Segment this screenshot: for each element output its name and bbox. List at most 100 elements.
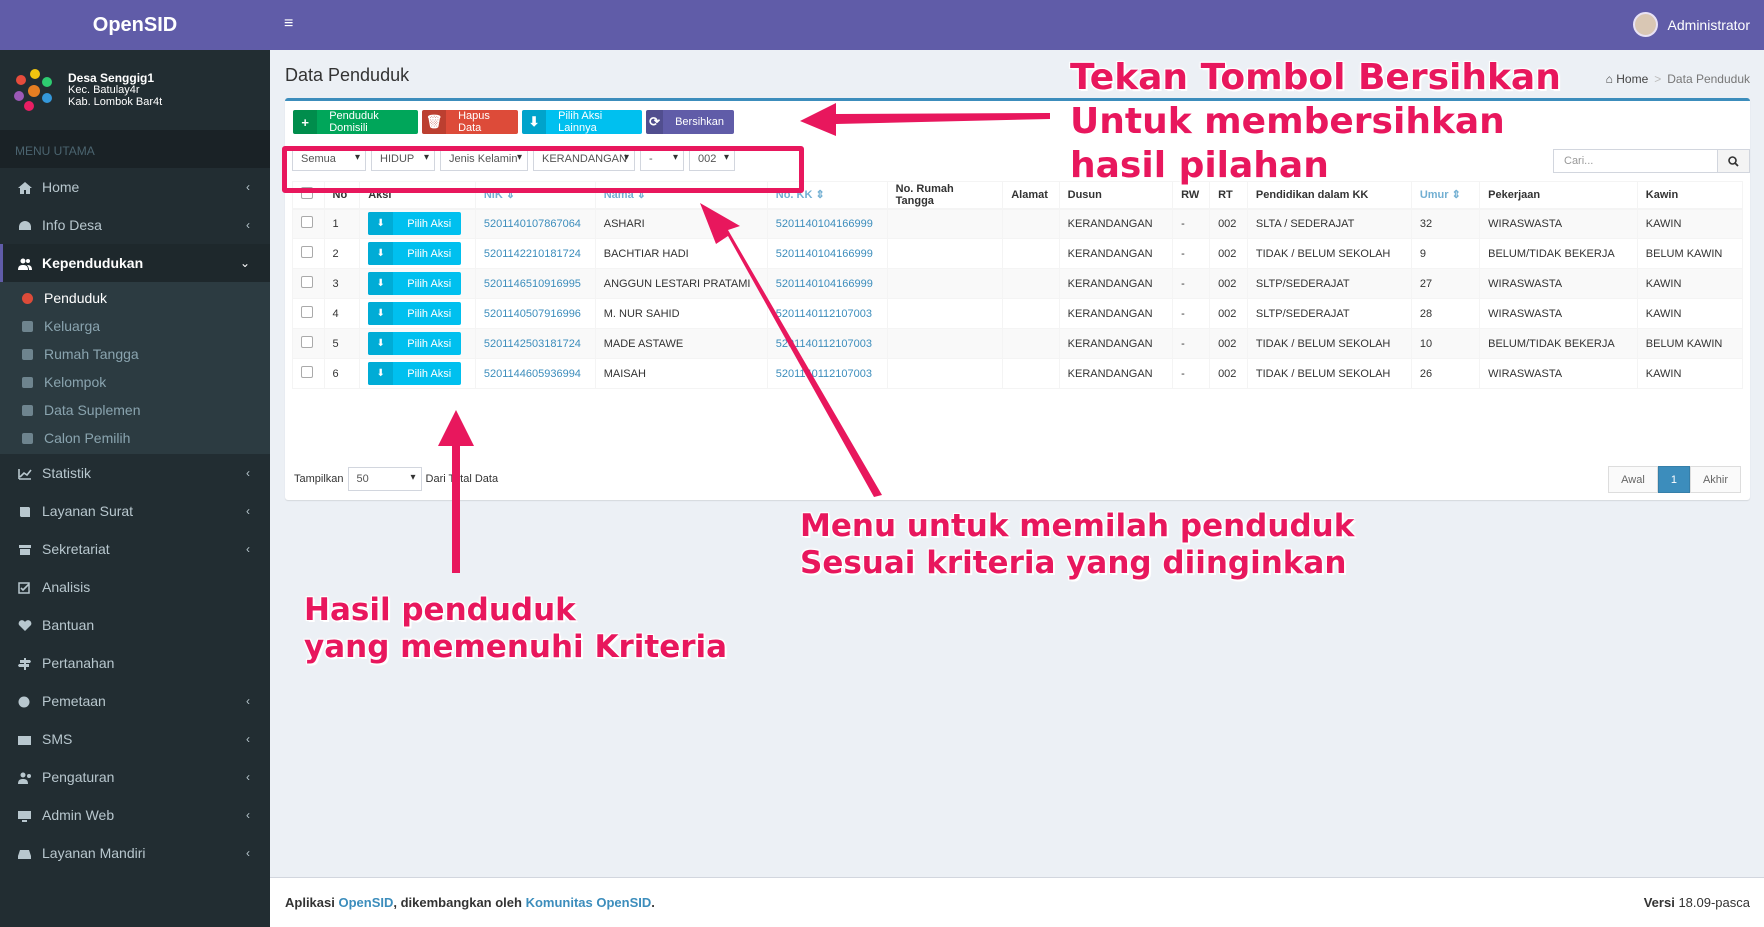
sidebar-item-analisis[interactable]: Analisis <box>0 568 270 606</box>
cell-rt: 002 <box>1209 328 1248 359</box>
page-first-button[interactable]: Awal <box>1608 466 1658 493</box>
sidebar-subitem-calon-pemilih[interactable]: Calon Pemilih <box>0 424 270 452</box>
sidebar-item-pertanahan[interactable]: Pertanahan <box>0 644 270 682</box>
cell-pekerjaan: WIRASWASTA <box>1479 268 1638 299</box>
komunitas-link[interactable]: Komunitas OpenSID <box>526 895 652 910</box>
row-checkbox[interactable] <box>301 216 313 229</box>
pilih-aksi-button[interactable]: ⬇ Pilih Aksi <box>368 362 462 385</box>
sidebar-item-layanan-mandiri[interactable]: Layanan Mandiri ‹ <box>0 834 270 872</box>
annotation-menu: Menu untuk memilah penduduk Sesuai krite… <box>800 508 1355 581</box>
breadcrumb-separator: > <box>1654 72 1662 86</box>
cell-nik[interactable]: 5201146510916995 <box>474 268 596 299</box>
pilih-aksi-button[interactable]: ⬇ Pilih Aksi <box>368 302 462 325</box>
sidebar-item-pemetaan[interactable]: Pemetaan ‹ <box>0 682 270 720</box>
cell-no-kk[interactable]: 5201140104166999 <box>766 268 888 299</box>
sidebar-subitem-penduduk[interactable]: Penduduk <box>0 284 270 312</box>
sidebar-subitem-keluarga[interactable]: Keluarga <box>0 312 270 340</box>
sidebar-item-admin-web[interactable]: Admin Web ‹ <box>0 796 270 834</box>
row-checkbox[interactable] <box>301 366 313 378</box>
pilih-aksi-button[interactable]: ⬇ Pilih Aksi <box>368 242 462 265</box>
row-checkbox[interactable] <box>301 276 313 288</box>
cell-nik[interactable]: 5201142210181724 <box>474 238 596 269</box>
cell-no-kk[interactable]: 5201140104166999 <box>766 208 888 239</box>
sidebar-item-label: Analisis <box>42 579 91 595</box>
cell-nik[interactable]: 5201140107867064 <box>474 208 596 239</box>
cell-nik[interactable]: 5201140507916996 <box>474 298 596 329</box>
sidebar-subitem-data-suplemen[interactable]: Data Suplemen <box>0 396 270 424</box>
cell-rt: 002 <box>1209 238 1248 269</box>
hapus-data-button[interactable]: 🗑 Hapus Data <box>422 110 518 134</box>
sidebar-item-home[interactable]: Home ‹ <box>0 168 270 206</box>
pilih-aksi-button[interactable]: ⬇ Pilih Aksi <box>368 332 462 355</box>
row-checkbox[interactable] <box>301 306 313 318</box>
row-checkbox-cell[interactable] <box>292 208 325 239</box>
cell-nama: M. NUR SAHID <box>594 298 768 329</box>
cell-nik[interactable]: 5201142503181724 <box>474 328 596 359</box>
opensid-link[interactable]: OpenSID <box>338 895 393 910</box>
search-button[interactable] <box>1718 149 1750 173</box>
sidebar-item-sekretariat[interactable]: Sekretariat ‹ <box>0 530 270 568</box>
page-size-select[interactable]: 50 <box>347 467 422 491</box>
pilih-aksi-button[interactable]: ⬇ Pilih Aksi <box>368 212 462 236</box>
plus-icon: + <box>293 110 318 134</box>
cell-kawin: BELUM KAWIN <box>1636 328 1744 359</box>
menu-toggle-icon[interactable]: ≡ <box>284 15 293 33</box>
brand-logo[interactable]: OpenSID <box>0 0 270 50</box>
cell-no-kk[interactable]: 5201140112107003 <box>766 298 888 329</box>
chevron-left-icon: ‹ <box>246 466 250 480</box>
row-checkbox-cell[interactable] <box>292 358 325 389</box>
cell-dusun: KERANDANGAN <box>1058 328 1174 359</box>
sidebar-item-label: Info Desa <box>42 217 102 233</box>
sidebar-item-label: Home <box>42 179 80 195</box>
pilih-aksi-lainnya-button[interactable]: ⬇ Pilih Aksi Lainnya <box>522 110 642 134</box>
globe-icon <box>18 695 32 708</box>
sidebar-item-pengaturan[interactable]: Pengaturan ‹ <box>0 758 270 796</box>
desa-kabupaten: Kab. Lombok Bar4t <box>68 96 163 108</box>
page-last-button[interactable]: Akhir <box>1689 466 1741 493</box>
breadcrumb-current: Data Penduduk <box>1667 72 1750 86</box>
search-input[interactable]: Cari... <box>1553 149 1718 173</box>
row-checkbox[interactable] <box>301 246 313 258</box>
row-checkbox-cell[interactable] <box>292 328 325 359</box>
cell-dusun: KERANDANGAN <box>1058 208 1174 239</box>
sidebar-item-bantuan[interactable]: Bantuan <box>0 606 270 644</box>
sidebar-item-label: Pertanahan <box>42 655 115 671</box>
cell-nama: MAISAH <box>594 358 768 389</box>
cell-rt: 002 <box>1209 358 1248 389</box>
cell-no-kk[interactable]: 5201140104166999 <box>766 238 888 269</box>
table-row: 4 ⬇ Pilih Aksi 5201140507916996 M. NUR SAHID… <box>292 298 1744 329</box>
cell-no-kk[interactable]: 5201140112107003 <box>766 328 888 359</box>
cell-no: 2 <box>323 238 361 269</box>
sidebar-item-sms[interactable]: SMS ‹ <box>0 720 270 758</box>
cell-alamat <box>1002 238 1060 269</box>
page-current-button[interactable]: 1 <box>1657 466 1690 493</box>
sidebar-item-info-desa[interactable]: Info Desa ‹ <box>0 206 270 244</box>
sidebar-item-kependudukan[interactable]: Kependudukan ⌄ <box>0 244 270 282</box>
chevron-left-icon: ‹ <box>246 846 250 860</box>
heart-icon <box>18 619 32 631</box>
filter-highlight-box <box>282 146 804 193</box>
search-bar: Cari... <box>1553 149 1750 173</box>
cell-nik[interactable]: 5201144605936994 <box>474 358 596 389</box>
bersihkan-button[interactable]: ⟳ Bersihkan <box>646 110 734 134</box>
cell-no-kk[interactable]: 5201140112107003 <box>766 358 888 389</box>
user-menu[interactable]: Administrator <box>1632 12 1750 37</box>
row-checkbox-cell[interactable] <box>292 298 325 329</box>
sidebar-item-statistik[interactable]: Statistik ‹ <box>0 454 270 492</box>
sidebar-subitem-label: Kelompok <box>44 374 107 390</box>
cell-aksi: ⬇ Pilih Aksi <box>359 328 476 359</box>
sidebar-subitem-rumah-tangga[interactable]: Rumah Tangga <box>0 340 270 368</box>
check-square-icon <box>18 581 32 594</box>
cell-pendidikan: SLTP/SEDERAJAT <box>1246 298 1412 329</box>
users-icon <box>22 320 33 332</box>
penduduk-domisili-button[interactable]: + Penduduk Domisili <box>293 110 418 134</box>
sidebar-subitem-kelompok[interactable]: Kelompok <box>0 368 270 396</box>
sidebar-item-layanan-surat[interactable]: Layanan Surat ‹ <box>0 492 270 530</box>
row-checkbox-cell[interactable] <box>292 268 325 299</box>
users-cog-icon <box>18 771 32 784</box>
row-checkbox[interactable] <box>301 336 313 348</box>
pilih-aksi-button[interactable]: ⬇ Pilih Aksi <box>368 272 462 295</box>
row-checkbox-cell[interactable] <box>292 238 325 269</box>
avatar <box>1632 12 1658 37</box>
breadcrumb-home[interactable]: Home <box>1616 72 1648 86</box>
